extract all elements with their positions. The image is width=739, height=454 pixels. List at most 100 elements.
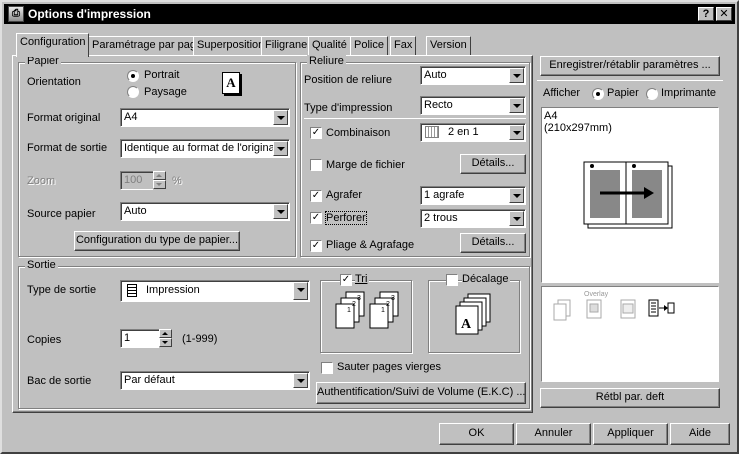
imprimante-view-label[interactable]: Imprimante <box>661 87 716 99</box>
type-impression-select[interactable]: Recto <box>420 96 526 115</box>
tri-checkbox[interactable]: ✓ <box>340 274 352 286</box>
marge-fichier-checkbox[interactable] <box>310 159 322 171</box>
chevron-down-icon <box>293 373 308 388</box>
marge-details-button[interactable]: Détails... <box>460 154 526 174</box>
save-restore-settings-button[interactable]: Enregistrer/rétablir paramètres ... <box>540 56 720 76</box>
aide-button[interactable]: Aide <box>670 423 730 445</box>
preview-dimensions: (210x297mm) <box>544 122 612 134</box>
right-divider <box>537 80 723 81</box>
chevron-down-icon <box>273 204 288 219</box>
chevron-down-icon <box>509 188 524 203</box>
combinaison-label[interactable]: Combinaison <box>326 127 390 139</box>
svg-text:1: 1 <box>381 307 385 314</box>
copies-stepper[interactable] <box>159 329 172 348</box>
zoom-stepper[interactable] <box>153 171 166 190</box>
format-sortie-select[interactable]: Identique au format de l'original <box>120 139 290 158</box>
format-original-label: Format original <box>27 112 101 124</box>
portrait-radio[interactable] <box>127 70 139 82</box>
config-type-papier-button[interactable]: Configuration du type de papier... <box>74 231 240 251</box>
type-sortie-label: Type de sortie <box>27 284 97 296</box>
combinaison-checkbox[interactable]: ✓ <box>310 127 322 139</box>
tab-police[interactable]: Police <box>350 36 388 56</box>
format-original-select[interactable]: A4 <box>120 108 290 127</box>
sortie-legend: Sortie <box>25 259 58 271</box>
chevron-down-icon <box>509 211 524 226</box>
agrafer-checkbox[interactable]: ✓ <box>310 190 322 202</box>
source-papier-select[interactable]: Auto <box>120 202 290 221</box>
window-title: Options d'impression <box>28 7 151 21</box>
type-sortie-select[interactable]: Impression <box>120 280 310 302</box>
bac-sortie-label: Bac de sortie <box>27 375 92 387</box>
marge-fichier-label[interactable]: Marge de fichier <box>326 159 405 171</box>
perforer-checkbox[interactable]: ✓ <box>310 212 322 224</box>
restore-defaults-button[interactable]: Rétbl par. deft <box>540 388 720 408</box>
bac-sortie-select[interactable]: Par défaut <box>120 371 310 390</box>
perforer-label[interactable]: Perforer <box>325 211 367 225</box>
copies-small-icon <box>553 299 571 321</box>
output-tray-icon <box>648 299 675 317</box>
sorted-copies-icon: 321 321 <box>335 291 399 329</box>
format-sortie-label: Format de sortie <box>27 142 108 154</box>
imprimante-view-radio[interactable] <box>646 88 658 100</box>
svg-text:1: 1 <box>347 307 351 314</box>
chevron-down-icon <box>293 282 308 300</box>
help-button[interactable]: ? <box>698 7 714 21</box>
svg-text:A: A <box>461 317 472 332</box>
copies-input[interactable]: 1 <box>120 329 160 348</box>
position-reliure-label: Position de reliure <box>304 74 393 86</box>
tab-configuration[interactable]: Configuration <box>16 33 90 57</box>
svg-text:2: 2 <box>386 301 390 308</box>
authentification-button[interactable]: Authentification/Suivi de Volume (E.K.C)… <box>316 382 526 404</box>
offset-stack-icon: A <box>455 293 491 335</box>
pages-icon <box>425 126 439 138</box>
position-reliure-select[interactable]: Auto <box>420 66 526 85</box>
sauter-pages-checkbox[interactable] <box>321 362 333 374</box>
tab-superposition[interactable]: Superposition <box>193 36 269 56</box>
appliquer-button[interactable]: Appliquer <box>593 423 668 445</box>
source-papier-label: Source papier <box>27 208 96 220</box>
portrait-label[interactable]: Portrait <box>144 69 179 81</box>
preview-size: A4 <box>544 110 558 122</box>
decalage-checkbox[interactable] <box>446 274 458 286</box>
portrait-page-icon: A <box>222 72 240 94</box>
pliage-checkbox[interactable]: ✓ <box>310 240 322 252</box>
chevron-down-icon <box>509 125 524 140</box>
ok-button[interactable]: OK <box>439 423 514 445</box>
perforer-select[interactable]: 2 trous <box>420 209 526 228</box>
title-bar: ⎙ Options d'impression ? ✕ <box>4 4 735 24</box>
tri-label[interactable]: Tri <box>355 273 370 285</box>
print-options-dialog: ⎙ Options d'impression ? ✕ Configuration… <box>0 0 739 454</box>
tab-filigrane[interactable]: Filigrane <box>261 36 312 56</box>
sauter-pages-label[interactable]: Sauter pages vierges <box>337 361 441 373</box>
chevron-down-icon <box>273 110 288 125</box>
paysage-radio[interactable] <box>127 86 139 98</box>
papier-view-radio[interactable] <box>592 88 604 100</box>
chevron-down-icon <box>273 141 288 156</box>
zoom-unit: % <box>172 175 182 187</box>
reliure-legend: Reliure <box>307 55 346 67</box>
decalage-label[interactable]: Décalage <box>462 273 511 285</box>
tab-parametrage-par-page[interactable]: Paramétrage par page <box>88 36 207 56</box>
tab-fax[interactable]: Fax <box>390 36 417 56</box>
paysage-label[interactable]: Paysage <box>144 86 187 98</box>
reliure-divider <box>304 118 526 119</box>
overlay-icon <box>586 299 602 319</box>
orientation-label: Orientation <box>27 76 81 88</box>
annuler-button[interactable]: Annuler <box>516 423 591 445</box>
chevron-down-icon <box>509 68 524 83</box>
afficher-label: Afficher <box>543 87 581 99</box>
tab-version[interactable]: Version <box>426 36 471 56</box>
pliage-label[interactable]: Pliage & Agrafage <box>326 239 414 251</box>
printer-icon: ⎙ <box>8 6 24 22</box>
svg-text:3: 3 <box>357 295 361 302</box>
document-icon <box>127 284 137 297</box>
agrafer-select[interactable]: 1 agrafe <box>420 186 526 205</box>
chevron-down-icon <box>509 98 524 113</box>
combinaison-select[interactable]: 2 en 1 <box>420 123 526 142</box>
papier-view-label[interactable]: Papier <box>607 87 639 99</box>
tab-qualite[interactable]: Qualité <box>308 36 351 56</box>
close-button[interactable]: ✕ <box>716 7 732 21</box>
overlay-label: Overlay <box>584 291 609 298</box>
agrafer-label[interactable]: Agrafer <box>326 189 362 201</box>
pliage-details-button[interactable]: Détails... <box>460 233 526 253</box>
